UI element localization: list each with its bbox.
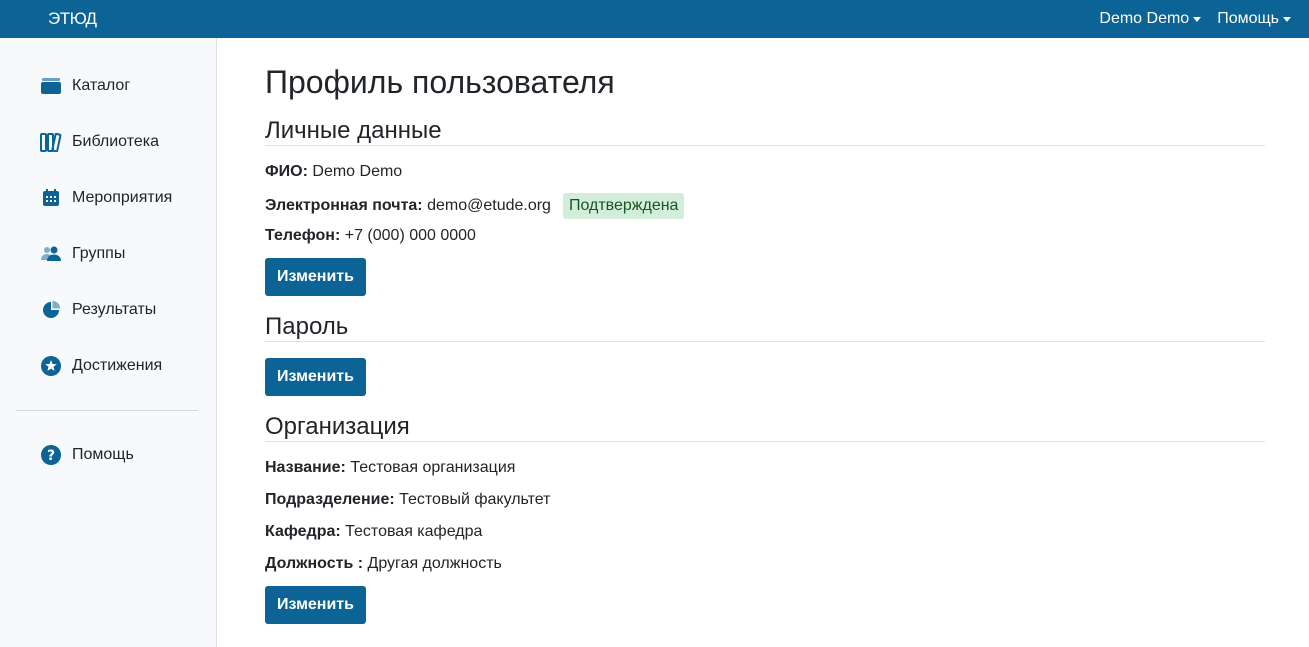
sidebar-item-label: Каталог [72, 77, 131, 94]
division-row: Подразделение: Тестовый факультет [265, 491, 550, 509]
sidebar-item-library[interactable]: Библиотека [40, 130, 159, 154]
users-icon [40, 243, 62, 265]
pie-chart-icon [40, 299, 62, 321]
question-circle-icon: ? [40, 444, 62, 466]
department-row: Кафедра: Тестовая кафедра [265, 523, 482, 541]
fio-label: ФИО: [265, 163, 308, 180]
sidebar-item-label: Библиотека [72, 133, 159, 150]
email-row: Электронная почта: demo@etude.org Подтве… [265, 193, 685, 219]
calendar-icon [40, 187, 62, 209]
section-title-personal: Личные данные [265, 117, 442, 144]
fio-row: ФИО: Demo Demo [265, 163, 402, 181]
org-name-value: Тестовая организация [350, 459, 516, 476]
sidebar-item-events[interactable]: Мероприятия [40, 186, 172, 210]
help-menu-label: Помощь [1217, 10, 1279, 27]
top-menu: Demo Demo Помощь [1099, 0, 1291, 38]
sidebar-item-label: Достижения [72, 357, 163, 374]
division-value: Тестовый факультет [399, 491, 551, 508]
help-menu-dropdown[interactable]: Помощь [1217, 10, 1291, 28]
sidebar-item-label: Группы [72, 245, 126, 262]
sidebar-item-achievements[interactable]: Достижения [40, 354, 162, 378]
caret-down-icon [1283, 16, 1291, 22]
email-status-badge: Подтверждена [562, 193, 685, 219]
caret-down-icon [1193, 16, 1202, 22]
department-label: Кафедра: [265, 523, 341, 540]
catalog-icon [40, 75, 62, 97]
section-title-organization: Организация [265, 413, 410, 440]
library-icon [40, 131, 62, 153]
edit-organization-button[interactable]: Изменить [265, 586, 366, 624]
phone-value: +7 (000) 000 0000 [344, 227, 476, 244]
phone-label: Телефон: [265, 227, 341, 244]
phone-row: Телефон: +7 (000) 000 0000 [265, 227, 476, 245]
sidebar-item-results[interactable]: Результаты [40, 298, 156, 322]
sidebar: Каталог Библиотека Мероприятия Группы Ре… [0, 38, 217, 647]
sidebar-item-catalog[interactable]: Каталог [40, 74, 130, 98]
sidebar-item-label: Помощь [72, 446, 134, 463]
org-name-row: Название: Тестовая организация [265, 459, 515, 477]
sidebar-item-label: Результаты [72, 301, 157, 318]
svg-text:?: ? [47, 448, 55, 464]
edit-password-button[interactable]: Изменить [265, 358, 366, 396]
org-name-label: Название: [265, 459, 346, 476]
user-menu-dropdown[interactable]: Demo Demo [1099, 10, 1202, 28]
logo[interactable]: ЭТЮД [48, 7, 97, 31]
position-row: Должность : Другая должность [265, 555, 502, 573]
section-divider [265, 341, 1265, 342]
section-title-password: Пароль [265, 313, 349, 340]
edit-personal-button[interactable]: Изменить [265, 258, 366, 296]
department-value: Тестовая кафедра [345, 523, 483, 540]
section-divider [265, 145, 1265, 146]
logo-text: ЭТЮД [48, 9, 97, 28]
sidebar-item-label: Мероприятия [72, 189, 173, 206]
sidebar-item-groups[interactable]: Группы [40, 242, 125, 266]
division-label: Подразделение: [265, 491, 395, 508]
top-navbar: ЭТЮД Demo Demo Помощь [0, 0, 1309, 38]
star-icon [40, 355, 62, 377]
sidebar-divider [16, 410, 198, 411]
page-title: Профиль пользователя [265, 64, 615, 100]
fio-value: Demo Demo [312, 163, 403, 180]
position-value: Другая должность [367, 555, 502, 572]
user-menu-label: Demo Demo [1099, 10, 1190, 27]
sidebar-item-help[interactable]: ? Помощь [40, 443, 134, 467]
position-label: Должность : [265, 555, 364, 572]
email-label: Электронная почта: [265, 197, 423, 214]
email-value: demo@etude.org [427, 197, 551, 214]
section-divider [265, 441, 1265, 442]
